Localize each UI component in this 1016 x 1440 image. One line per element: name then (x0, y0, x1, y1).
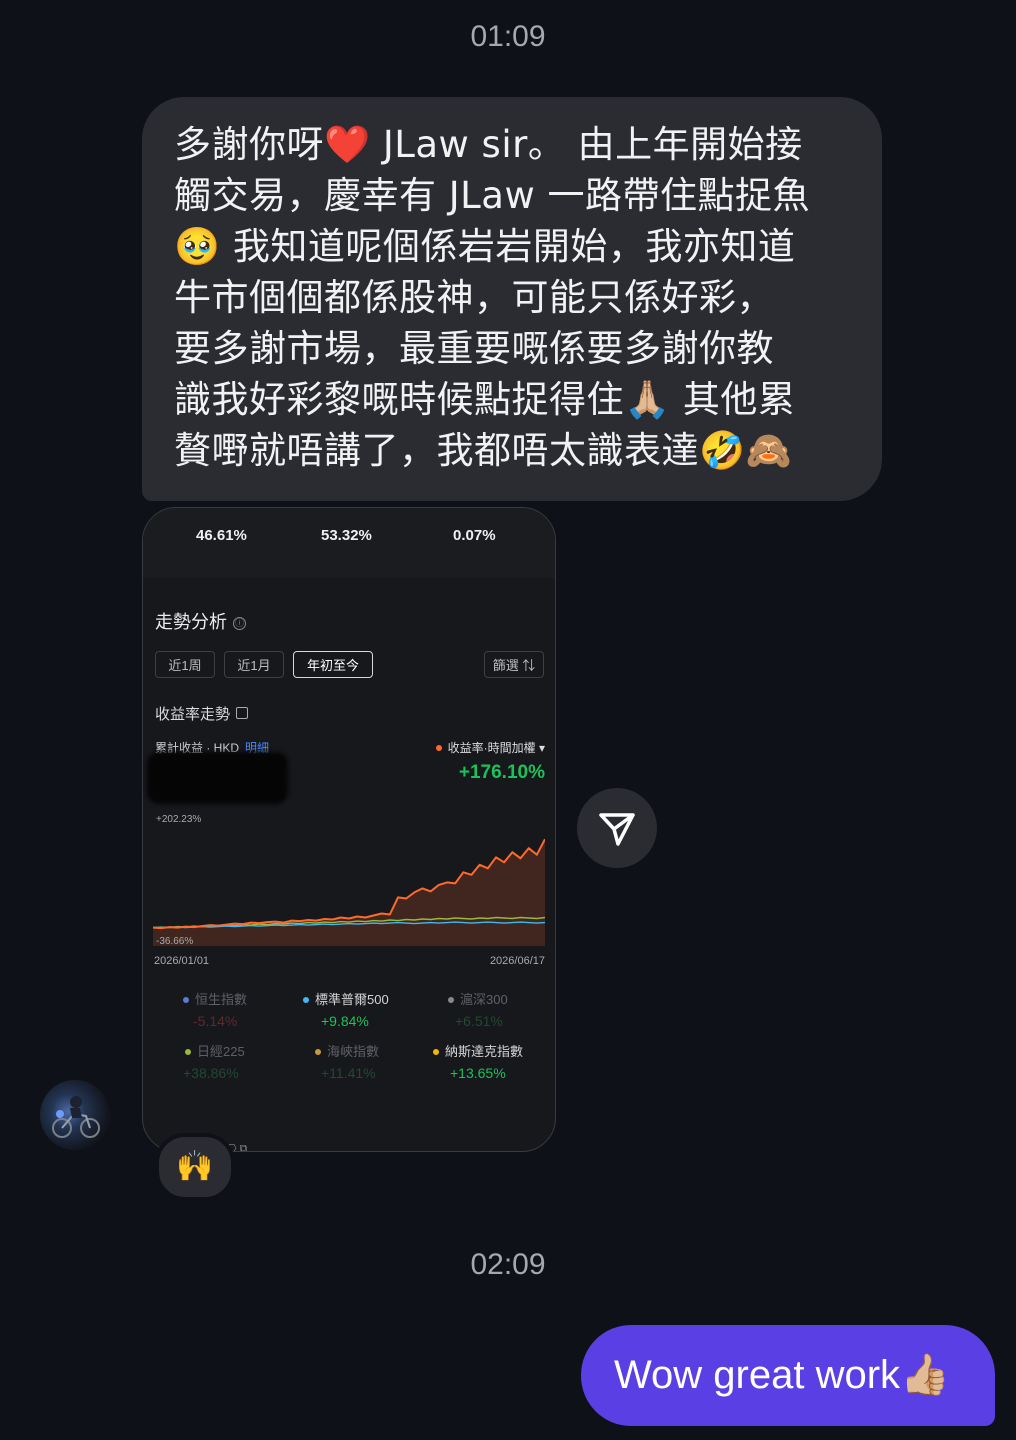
series-selector[interactable]: 收益率·時間加權 ▾ (435, 739, 545, 756)
benchmark-hsi[interactable]: 恒生指數 (183, 989, 247, 1008)
legend-dot (315, 1049, 321, 1055)
x-axis-start-label: 2026/01/01 (154, 955, 210, 967)
copy-icon[interactable] (236, 707, 249, 719)
benchmark-csi300[interactable]: 滬深300 (448, 989, 508, 1008)
series-area (153, 839, 545, 946)
y-axis-max-label: +202.23% (156, 814, 202, 825)
benchmark-value: +9.84% (321, 1013, 369, 1029)
benchmark-name: 滬深300 (460, 992, 508, 1007)
incoming-message-bubble[interactable]: 多謝你呀❤️ JLaw sir。 由上年開始接 觸交易，慶幸有 JLaw 一路帶… (142, 97, 882, 501)
legend-dot (303, 997, 309, 1003)
series-selector-text: 收益率·時間加權 ▾ (447, 741, 545, 755)
section-title-text: 走勢分析 (155, 612, 227, 632)
benchmark-nasdaq[interactable]: 納斯達克指數 (433, 1041, 523, 1060)
series-dot (435, 745, 442, 751)
benchmark-value: +11.41% (321, 1065, 376, 1081)
shared-screenshot[interactable]: 46.61% 53.32% 0.07% 走勢分析 ⓘ 近1周 近1月 年初至今 篩… (142, 507, 556, 1152)
outgoing-message-bubble[interactable]: Wow great work👍🏼 (581, 1325, 995, 1426)
benchmark-value: +13.65% (450, 1065, 506, 1081)
benchmark-value: +6.51% (455, 1013, 503, 1029)
timestamp: 01:09 (470, 20, 546, 53)
benchmark-name: 納斯達克指數 (445, 1044, 524, 1059)
legend-dot (185, 1049, 191, 1055)
benchmark-name: 標準普爾500 (315, 992, 389, 1007)
x-axis-end-label: 2026/06/17 (489, 955, 545, 967)
redacted-amount (147, 752, 288, 804)
total-return: +176.10% (458, 762, 545, 783)
returns-chart[interactable] (153, 826, 545, 946)
y-axis-min-label: -36.66% (156, 936, 194, 947)
period-pill-ytd[interactable]: 年初至今 (293, 651, 373, 678)
benchmark-value: +38.86% (183, 1065, 239, 1081)
avatar[interactable] (40, 1080, 110, 1150)
allocation-percent: 46.61% (196, 527, 247, 544)
motorcycle-icon (52, 1096, 100, 1138)
message-line: 觸交易，慶幸有 JLaw 一路帶住點捉魚 (174, 174, 810, 217)
legend-dot (433, 1049, 439, 1055)
timestamp: 02:09 (470, 1248, 546, 1281)
benchmark-name: 恒生指數 (195, 992, 248, 1007)
benchmark-name: 日經225 (197, 1044, 245, 1059)
benchmark-straits[interactable]: 海峽指數 (315, 1041, 379, 1060)
period-pill-1w[interactable]: 近1周 (155, 651, 215, 678)
returns-title: 收益率走勢 (155, 703, 249, 724)
message-line: 🥹 我知道呢個係岩岩開始，我亦知道 (174, 225, 796, 268)
allocation-percent: 0.07% (453, 527, 496, 544)
benchmark-sp500[interactable]: 標準普爾500 (303, 989, 389, 1008)
info-icon: ⓘ (233, 617, 246, 630)
message-line: 多謝你呀❤️ JLaw sir。 由上年開始接 (174, 123, 803, 166)
benchmark-value: -5.14% (193, 1013, 238, 1029)
section-title: 走勢分析 ⓘ (155, 608, 246, 634)
period-pill-1m[interactable]: 近1月 (224, 651, 284, 678)
screenshot-top-bar: 46.61% 53.32% 0.07% (143, 508, 555, 578)
benchmark-name: 海峽指數 (327, 1044, 380, 1059)
legend-dot (183, 997, 189, 1003)
filter-button[interactable]: 篩選 ⇅ (484, 651, 544, 678)
reaction-emoji[interactable]: 🙌 (155, 1133, 235, 1201)
share-button[interactable] (577, 788, 657, 868)
message-line: 要多謝市場，最重要嘅係要多謝你教 (174, 327, 774, 370)
message-line: 識我好彩黎嘅時候點捉得住🙏🏼 其他累 (174, 378, 796, 421)
message-line: 牛市個個都係股神，可能只係好彩， (174, 276, 774, 319)
legend-dot (448, 997, 454, 1003)
allocation-percent: 53.32% (321, 527, 372, 544)
message-line: 贅嘢就唔講了，我都唔太識表達🤣🙈 (174, 429, 793, 472)
send-icon (599, 813, 635, 846)
benchmark-nikkei[interactable]: 日經225 (185, 1041, 245, 1060)
returns-title-text: 收益率走勢 (155, 706, 231, 723)
